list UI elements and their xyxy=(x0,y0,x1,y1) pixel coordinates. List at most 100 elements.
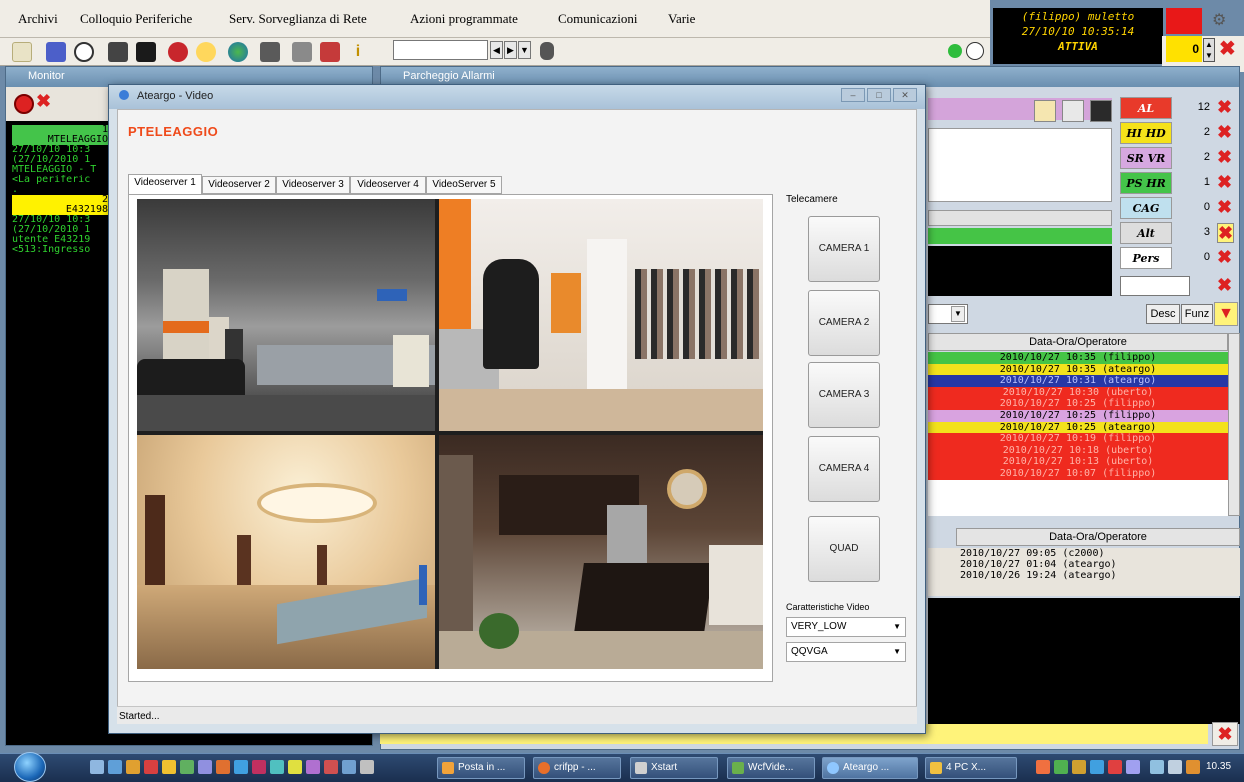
tab-videoserver-5[interactable]: VideoServer 5 xyxy=(426,176,502,194)
font-icon[interactable] xyxy=(320,42,340,62)
table-row[interactable]: 2010/10/27 10:25 (ateargo) xyxy=(928,421,1228,434)
timer-icon[interactable] xyxy=(966,42,984,60)
counter-input[interactable] xyxy=(1120,276,1190,296)
network-icon[interactable] xyxy=(1150,760,1164,774)
p-icon[interactable] xyxy=(46,42,66,62)
minimize-button[interactable]: – xyxy=(841,88,865,102)
menu-archivi[interactable]: Archivi xyxy=(18,11,58,27)
info-icon[interactable]: i xyxy=(352,42,364,62)
grid1-header[interactable]: Data-Ora/Operatore xyxy=(928,333,1228,351)
camera-feed-4[interactable] xyxy=(439,435,763,669)
grid1-scrollbar[interactable] xyxy=(1228,333,1240,516)
close-icon[interactable]: ✖ xyxy=(1212,722,1238,746)
maximize-button[interactable]: □ xyxy=(867,88,891,102)
clear-icon[interactable]: ✖ xyxy=(1217,173,1232,191)
alarm-category-badge[interactable]: Alt xyxy=(1120,222,1172,244)
table-row[interactable]: 2010/10/27 10:19 (filippo) xyxy=(928,433,1228,445)
quicklaunch-icon[interactable] xyxy=(324,760,338,774)
table-row[interactable]: 2010/10/27 09:05 (c2000) xyxy=(928,548,1240,559)
camera-3-button[interactable]: CAMERA 3 xyxy=(808,362,880,428)
camera-feed-3[interactable] xyxy=(137,435,435,669)
table-row[interactable]: 2010/10/27 10:13 (uberto) xyxy=(928,456,1228,468)
nav-dropdown-button[interactable]: ▼ xyxy=(518,41,531,59)
table-row[interactable]: 2010/10/27 10:31 (ateargo) xyxy=(928,375,1228,387)
stop-icon[interactable] xyxy=(14,94,34,114)
table-row[interactable]: 2010/10/27 10:30 (uberto) xyxy=(928,386,1228,399)
tab-videoserver-1[interactable]: Videoserver 1 xyxy=(128,174,202,194)
clock-icon[interactable] xyxy=(74,42,94,62)
clear-icon[interactable]: ✖ xyxy=(1217,198,1232,216)
grid-icon[interactable] xyxy=(12,42,32,62)
gear-icon[interactable]: ⚙ xyxy=(1212,10,1226,30)
menu-comunicazioni[interactable]: Comunicazioni xyxy=(558,11,637,27)
quality-select[interactable]: VERY_LOW ▼ xyxy=(786,617,906,637)
quicklaunch-icon[interactable] xyxy=(342,760,356,774)
nav-prev-button[interactable]: ◀ xyxy=(490,41,503,59)
filter-select[interactable]: ▼ xyxy=(928,304,968,324)
task-ateargo[interactable]: Ateargo ... xyxy=(822,757,918,779)
alarm-indicator[interactable] xyxy=(1166,8,1202,34)
quicklaunch-icon[interactable] xyxy=(234,760,248,774)
table-row[interactable]: 2010/10/27 10:25 (filippo) xyxy=(928,398,1228,410)
tray-icon[interactable] xyxy=(1090,760,1104,774)
table-row[interactable]: 2010/10/27 10:25 (filippo) xyxy=(928,409,1228,422)
tray-icon[interactable] xyxy=(1108,760,1122,774)
tab-videoserver-4[interactable]: Videoserver 4 xyxy=(350,176,426,194)
table-row[interactable]: 2010/10/27 10:07 (filippo) xyxy=(928,467,1228,480)
alarm-category-badge[interactable]: CAG xyxy=(1120,197,1172,219)
operator-button[interactable] xyxy=(1062,100,1084,122)
tab-videoserver-2[interactable]: Videoserver 2 xyxy=(202,176,276,194)
nav-next-button[interactable]: ▶ xyxy=(504,41,517,59)
clear-icon[interactable]: ✖ xyxy=(36,91,51,112)
quicklaunch-icon[interactable] xyxy=(198,760,212,774)
task-xstart[interactable]: Xstart xyxy=(630,757,718,779)
menu-colloquio-periferiche[interactable]: Colloquio Periferiche xyxy=(80,11,192,27)
clear-icon[interactable]: ✖ xyxy=(1217,248,1232,266)
alarm-category-badge[interactable]: Pers xyxy=(1120,247,1172,269)
quicklaunch-icon[interactable] xyxy=(144,760,158,774)
clear-icon[interactable]: ✖ xyxy=(1217,123,1232,141)
camera-4-button[interactable]: CAMERA 4 xyxy=(808,436,880,502)
quicklaunch-icon[interactable] xyxy=(180,760,194,774)
volume-icon[interactable] xyxy=(1168,760,1182,774)
table-row[interactable]: 2010/10/27 10:35 (ateargo) xyxy=(928,363,1228,376)
quicklaunch-icon[interactable] xyxy=(252,760,266,774)
counter-stepper[interactable]: ▲ ▼ xyxy=(1203,38,1215,62)
filter-icon[interactable]: ▼ xyxy=(1214,302,1238,326)
table-row[interactable]: 2010/10/27 01:04 (ateargo) xyxy=(928,559,1240,570)
quicklaunch-icon[interactable] xyxy=(162,760,176,774)
globe-icon[interactable] xyxy=(228,42,248,62)
quad-button[interactable]: QUAD xyxy=(808,516,880,582)
table-row[interactable]: 2010/10/27 10:18 (uberto) xyxy=(928,444,1228,457)
tray-icon[interactable] xyxy=(1186,760,1200,774)
grid2-header[interactable]: Data-Ora/Operatore xyxy=(956,528,1240,546)
alarm-input[interactable] xyxy=(928,210,1112,226)
task-posta[interactable]: Posta in ... xyxy=(437,757,525,779)
cube-icon[interactable] xyxy=(136,42,156,62)
quicklaunch-icon[interactable] xyxy=(216,760,230,774)
quicklaunch-icon[interactable] xyxy=(90,760,104,774)
quicklaunch-icon[interactable] xyxy=(270,760,284,774)
close-button[interactable]: ✕ xyxy=(893,88,917,102)
tray-icon[interactable] xyxy=(1036,760,1050,774)
menu-sorveglianza-rete[interactable]: Serv. Sorveglianza di Rete xyxy=(229,11,367,27)
camera-icon[interactable] xyxy=(260,42,280,62)
tab-videoserver-3[interactable]: Videoserver 3 xyxy=(276,176,350,194)
quicklaunch-icon[interactable] xyxy=(288,760,302,774)
task-crifpp[interactable]: crifpp - ... xyxy=(533,757,621,779)
close-icon[interactable]: ✖ xyxy=(1219,36,1236,61)
clear-icon[interactable]: ✖ xyxy=(1217,223,1235,243)
clear-icon[interactable]: ✖ xyxy=(1217,276,1232,294)
desc-button[interactable]: Desc xyxy=(1146,304,1180,324)
task-pcx[interactable]: 4 PC X... xyxy=(925,757,1017,779)
tray-icon[interactable] xyxy=(1072,760,1086,774)
alarm-category-badge[interactable]: AL xyxy=(1120,97,1172,119)
person-icon[interactable] xyxy=(540,42,554,60)
quicklaunch-icon[interactable] xyxy=(360,760,374,774)
tray-icon[interactable] xyxy=(1054,760,1068,774)
table-row[interactable]: 2010/10/26 19:24 (ateargo) xyxy=(928,570,1240,581)
toolbar-search-input[interactable] xyxy=(393,40,488,60)
task-wcfvideo[interactable]: WcfVide... xyxy=(727,757,815,779)
tray-icon[interactable] xyxy=(1126,760,1140,774)
heart-icon[interactable] xyxy=(168,42,188,62)
